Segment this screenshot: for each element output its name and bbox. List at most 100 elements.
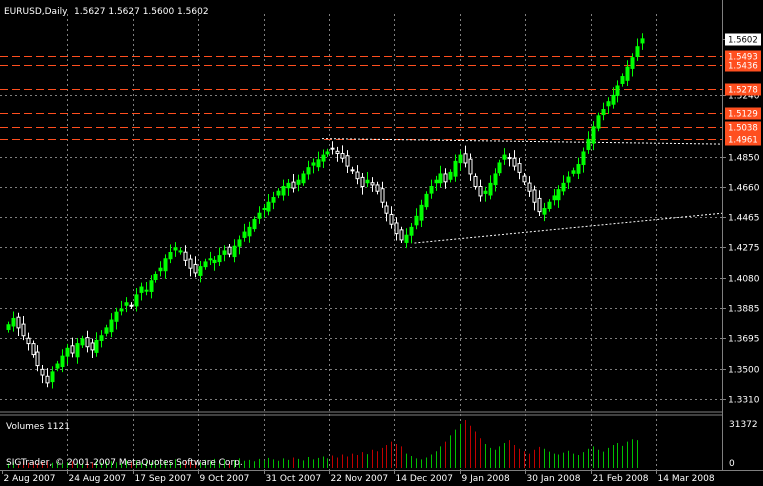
- candle-body: [414, 215, 419, 226]
- candle-body: [311, 162, 316, 166]
- candle-body: [193, 263, 198, 274]
- candle-body: [615, 85, 620, 96]
- candle-body: [252, 218, 257, 230]
- candle-body: [606, 101, 611, 107]
- candle-body: [296, 179, 301, 185]
- candle-body: [443, 173, 448, 183]
- candle-body: [217, 255, 222, 263]
- candle-body: [11, 317, 16, 327]
- candle-body: [458, 154, 463, 164]
- candle-body: [552, 195, 557, 201]
- candle-body: [630, 57, 635, 69]
- level-label: 1.5129: [728, 110, 758, 120]
- candle-body: [70, 345, 75, 354]
- candle-body: [380, 188, 385, 203]
- candle-body: [478, 186, 483, 197]
- candle-body: [611, 94, 616, 105]
- candle-body: [129, 304, 134, 307]
- price-tick-label: 1.4080: [728, 275, 760, 285]
- candle-body: [419, 204, 424, 221]
- candle-body: [90, 342, 95, 351]
- candle-body: [222, 250, 227, 255]
- date-tick-label: 24 Aug 2007: [69, 474, 127, 484]
- level-label: 1.5038: [728, 124, 758, 134]
- candle-body: [21, 323, 26, 337]
- candle-body: [620, 76, 625, 84]
- candle-body: [75, 343, 80, 358]
- candle-body: [370, 182, 375, 186]
- date-tick-label: 30 Jan 2008: [527, 474, 581, 484]
- candle-body: [453, 160, 458, 177]
- candle-body: [542, 208, 547, 215]
- candle-body: [596, 115, 601, 129]
- candle-body: [635, 46, 640, 57]
- candle-body: [45, 375, 50, 384]
- date-tick-label: 9 Jan 2008: [462, 474, 510, 484]
- candle-body: [212, 259, 217, 264]
- price-tick-label: 1.4850: [728, 154, 760, 164]
- candle-body: [591, 126, 596, 144]
- candle-body: [237, 239, 242, 247]
- candle-body: [144, 289, 149, 292]
- symbol-title: EURUSD,Daily: [4, 7, 68, 17]
- candle-body: [330, 147, 335, 150]
- candle-body: [335, 150, 340, 155]
- candle-body: [561, 182, 566, 192]
- candle-body: [438, 173, 443, 184]
- candle-body: [188, 258, 193, 269]
- candle-body: [306, 167, 311, 175]
- candle-body: [16, 316, 21, 329]
- candle-body: [291, 181, 296, 189]
- candle-body: [483, 190, 488, 194]
- candle-body: [424, 193, 429, 208]
- level-label: 1.5436: [728, 62, 758, 72]
- candle-body: [99, 335, 104, 341]
- candle-body: [134, 294, 139, 307]
- candle-body: [537, 197, 542, 213]
- price-tick-label: 1.4465: [728, 214, 760, 224]
- candle-body: [448, 171, 453, 180]
- date-tick-label: 17 Sep 2007: [135, 474, 192, 484]
- price-tick-label: 1.3310: [728, 396, 760, 406]
- date-tick-label: 22 Nov 2007: [331, 474, 389, 484]
- candle-body: [114, 311, 119, 322]
- candle-body: [119, 308, 124, 312]
- level-label: 1.4961: [728, 136, 758, 146]
- candle-body: [80, 338, 85, 346]
- level-label: 1.5278: [728, 86, 758, 96]
- candle-body: [360, 176, 365, 188]
- candle-body: [345, 155, 350, 167]
- date-tick-label: 21 Feb 2008: [593, 474, 649, 484]
- candle-body: [434, 179, 439, 184]
- candle-body: [532, 189, 537, 203]
- candle-body: [232, 245, 237, 258]
- candle-body: [281, 186, 286, 196]
- ohlc-readout: 1.5627 1.5627 1.5600 1.5602: [74, 7, 209, 17]
- candle-body: [527, 182, 532, 192]
- candle-body: [6, 324, 11, 330]
- candle-body: [493, 173, 498, 186]
- candle-body: [50, 371, 55, 383]
- candle-body: [463, 153, 468, 164]
- candle-body: [502, 154, 507, 160]
- candle-body: [547, 201, 552, 210]
- candle-body: [208, 258, 213, 261]
- volume-scale-min: 0: [729, 459, 735, 469]
- candle-body: [350, 169, 355, 172]
- candle-body: [556, 189, 561, 201]
- candle-body: [468, 158, 473, 175]
- candle-body: [640, 38, 645, 44]
- candle-body: [227, 246, 232, 255]
- candle-body: [158, 267, 163, 272]
- candle-body: [109, 319, 114, 333]
- candle-body: [375, 184, 380, 192]
- candle-body: [409, 226, 414, 236]
- candle-body: [566, 176, 571, 183]
- price-tick-label: 1.3695: [728, 335, 760, 345]
- date-tick-label: 31 Oct 2007: [266, 474, 322, 484]
- chart-window[interactable]: 1.56021.52401.48501.46601.44651.42751.40…: [0, 0, 763, 486]
- price-tick-label: 1.4275: [728, 244, 760, 254]
- candle-body: [139, 286, 144, 293]
- date-tick-label: 14 Dec 2007: [396, 474, 454, 484]
- candle-body: [384, 205, 389, 214]
